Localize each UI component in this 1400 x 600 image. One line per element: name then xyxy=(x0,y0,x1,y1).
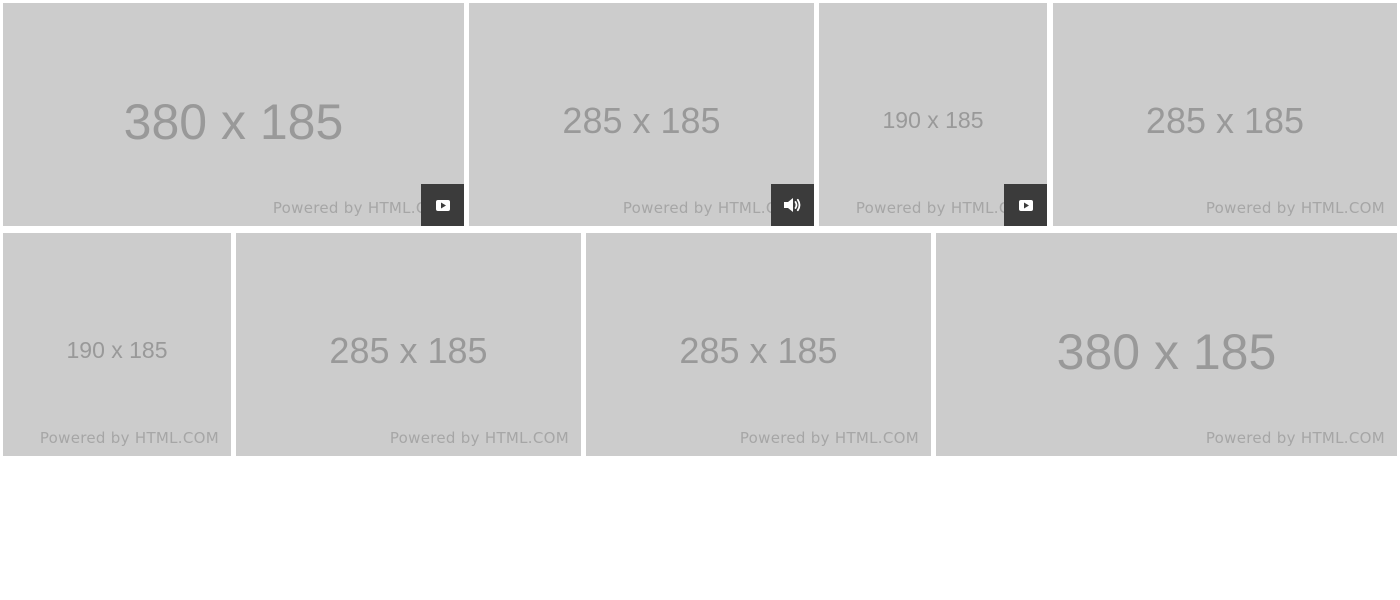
placeholder-dimensions: 190 x 185 xyxy=(882,107,984,133)
audio-badge[interactable] xyxy=(771,184,814,226)
play-icon xyxy=(1018,199,1033,211)
play-icon xyxy=(435,199,450,211)
placeholder-credit: Powered by HTML.COM xyxy=(389,429,569,447)
placeholder-dimensions: 285 x 185 xyxy=(1145,100,1305,141)
placeholder-dimensions: 285 x 185 xyxy=(562,100,721,141)
gallery-tile-3[interactable]: 190 x 185 Powered by HTML.COM xyxy=(819,3,1047,226)
gallery-tile-2[interactable]: 285 x 185 Powered by HTML.COM xyxy=(469,3,814,226)
placeholder-dimensions: 190 x 185 xyxy=(66,337,168,363)
placeholder-credit: Powered by HTML.COM xyxy=(1205,199,1385,217)
gallery-tile-7[interactable]: 285 x 185 Powered by HTML.COM xyxy=(586,233,931,456)
placeholder-dimensions: 380 x 185 xyxy=(1056,324,1277,380)
placeholder-credit: Powered by HTML.COM xyxy=(1205,429,1385,447)
placeholder-dimensions: 285 x 185 xyxy=(329,330,488,371)
placeholder-credit: Powered by HTML.COM xyxy=(739,429,919,447)
video-badge[interactable] xyxy=(1004,184,1047,226)
photo-gallery: 380 x 185 Powered by HTML.COM 285 x 185 … xyxy=(0,0,1400,600)
video-badge[interactable] xyxy=(421,184,464,226)
gallery-tile-5[interactable]: 190 x 185 Powered by HTML.COM xyxy=(3,233,231,456)
gallery-tile-6[interactable]: 285 x 185 Powered by HTML.COM xyxy=(236,233,581,456)
gallery-tile-1[interactable]: 380 x 185 Powered by HTML.COM xyxy=(3,3,464,226)
placeholder-dimensions: 285 x 185 xyxy=(679,330,838,371)
gallery-tile-4[interactable]: 285 x 185 Powered by HTML.COM xyxy=(1053,3,1397,226)
placeholder-credit: Powered by HTML.COM xyxy=(39,429,219,447)
gallery-tile-8[interactable]: 380 x 185 Powered by HTML.COM xyxy=(936,233,1397,456)
placeholder-dimensions: 380 x 185 xyxy=(123,94,344,150)
volume-icon xyxy=(783,198,800,212)
